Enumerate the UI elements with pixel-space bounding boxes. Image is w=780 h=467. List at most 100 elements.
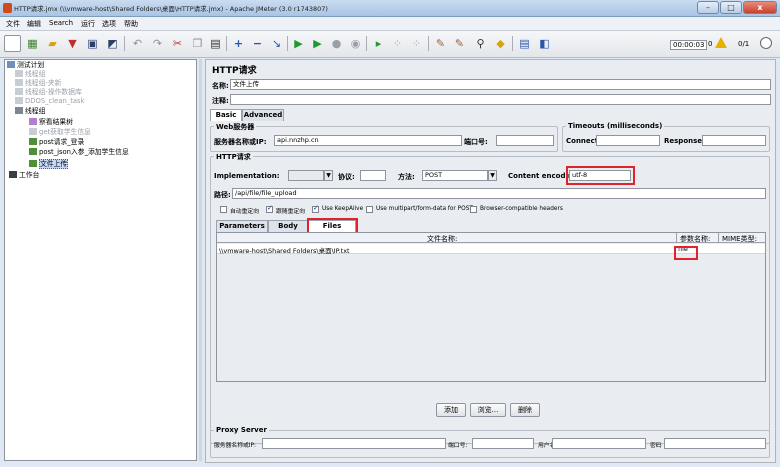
- browser-headers-label: Browser-compatible headers: [480, 206, 563, 212]
- tree-node-thread-group[interactable]: 线程组: [15, 107, 45, 116]
- save-icon[interactable]: ▣: [84, 35, 101, 52]
- auto-redirect-checkbox[interactable]: [220, 206, 227, 213]
- browser-headers-checkbox[interactable]: [470, 206, 477, 213]
- function-helper-icon[interactable]: ▤: [516, 35, 533, 52]
- collapse-icon[interactable]: −: [249, 35, 266, 52]
- proxy-password-field[interactable]: [664, 438, 766, 449]
- browse-button[interactable]: 浏览...: [470, 403, 506, 417]
- start-no-pause-icon[interactable]: ▶: [309, 35, 326, 52]
- delete-button[interactable]: 删除: [510, 403, 540, 417]
- tab-basic[interactable]: Basic: [210, 109, 242, 121]
- clear-all-icon[interactable]: ✎: [451, 35, 468, 52]
- tree-node-sampler-selected[interactable]: 文件上传: [29, 159, 69, 169]
- expand-icon[interactable]: +: [230, 35, 247, 52]
- port-field[interactable]: [496, 135, 554, 146]
- window-title: HTTP请求.jmx (\\vmware-host\Shared Folders…: [14, 5, 328, 13]
- comment-field[interactable]: [230, 94, 771, 105]
- chevron-down-icon[interactable]: ▼: [324, 170, 333, 181]
- name-field[interactable]: 文件上传: [230, 79, 771, 90]
- file-path-cell[interactable]: \\vmware-host\Shared Folders\桌面\IP.txt: [219, 245, 350, 255]
- remote-start-icon[interactable]: ▸: [370, 35, 387, 52]
- warning-icon[interactable]: [715, 37, 727, 48]
- tree-node-sampler[interactable]: get获取学生信息: [29, 128, 91, 137]
- toolbar-separator: [124, 36, 125, 51]
- menu-run[interactable]: 运行: [81, 19, 95, 29]
- start-icon[interactable]: ▶: [290, 35, 307, 52]
- follow-redirect-checkbox[interactable]: [266, 204, 273, 213]
- new-icon[interactable]: [4, 35, 21, 52]
- tab-parameters[interactable]: Parameters: [216, 220, 268, 232]
- tree-node-thread-group[interactable]: 线程组-操作数据库: [15, 88, 82, 97]
- undo-icon[interactable]: ↶: [129, 35, 146, 52]
- minimize-button[interactable]: –: [697, 1, 719, 14]
- add-button[interactable]: 添加: [436, 403, 466, 417]
- thread-group-icon: [15, 70, 23, 77]
- tab-body-data[interactable]: Body Data: [268, 220, 308, 241]
- open-icon[interactable]: ▰: [44, 35, 61, 52]
- remote-shutdown-icon[interactable]: ⁘: [408, 35, 425, 52]
- path-field[interactable]: /api/file/file_upload: [232, 188, 766, 199]
- keepalive-checkbox[interactable]: [312, 204, 319, 213]
- menu-file[interactable]: 文件: [6, 19, 20, 29]
- remote-stop-icon[interactable]: ⁘: [389, 35, 406, 52]
- implementation-select[interactable]: [288, 170, 324, 181]
- column-divider: [676, 233, 677, 243]
- tree-node-sampler[interactable]: post请求_登录: [29, 138, 84, 147]
- toolbar-separator: [287, 36, 288, 51]
- column-mime-type: MIME类型:: [722, 235, 757, 243]
- tree-node-test-plan[interactable]: 测试计划: [7, 61, 44, 70]
- protocol-field[interactable]: [360, 170, 386, 181]
- save-screenshot-icon[interactable]: ◩: [104, 35, 121, 52]
- files-table-header: 文件名称: 参数名称: MIME类型:: [217, 233, 765, 243]
- toggle-icon[interactable]: ↘: [268, 35, 285, 52]
- remote-engines-icon[interactable]: [760, 37, 772, 49]
- server-field[interactable]: api.nnzhp.cn: [274, 135, 462, 146]
- menu-options[interactable]: 选项: [102, 19, 116, 29]
- cut-icon[interactable]: ✂: [169, 35, 186, 52]
- proxy-host-label: 服务器名称或IP:: [214, 443, 256, 449]
- maximize-button[interactable]: □: [720, 1, 742, 14]
- stop-icon[interactable]: ●: [328, 35, 345, 52]
- paste-icon[interactable]: ▤: [207, 35, 224, 52]
- thread-group-icon: [15, 88, 23, 95]
- tree-node-thread-group[interactable]: DDOS_clean_task: [15, 97, 85, 106]
- menu-search[interactable]: Search: [49, 19, 73, 27]
- menu-help[interactable]: 帮助: [124, 19, 138, 29]
- tree-node-sampler[interactable]: post_json入参_添加学生信息: [29, 148, 129, 157]
- toolbar-separator: [512, 36, 513, 51]
- proxy-port-field[interactable]: [472, 438, 534, 449]
- error-count: 0: [708, 40, 713, 48]
- shutdown-icon[interactable]: ◉: [347, 35, 364, 52]
- search-icon[interactable]: ⚲: [472, 35, 489, 52]
- templates-icon[interactable]: ▦: [24, 35, 41, 52]
- copy-icon[interactable]: ❐: [189, 35, 206, 52]
- close-file-icon[interactable]: ▼: [64, 35, 81, 52]
- chevron-down-icon[interactable]: ▼: [488, 170, 497, 181]
- tree-node-workbench[interactable]: 工作台: [9, 171, 39, 180]
- web-server-title: Web服务器: [214, 122, 257, 132]
- close-button[interactable]: x: [743, 1, 777, 14]
- tab-advanced[interactable]: Advanced: [242, 109, 284, 121]
- tree-node-thread-group[interactable]: 线程组: [15, 70, 45, 79]
- multipart-checkbox[interactable]: [366, 206, 373, 213]
- test-plan-tree[interactable]: 测试计划 线程组 线程组-夹新 线程组-操作数据库 DDOS_clean_tas…: [4, 59, 197, 461]
- proxy-host-field[interactable]: [262, 438, 446, 449]
- tree-node-view-results-tree[interactable]: 察看结果树: [29, 118, 73, 127]
- clear-icon[interactable]: ✎: [432, 35, 449, 52]
- method-label: 方法:: [398, 173, 415, 181]
- reset-search-icon[interactable]: ◆: [492, 35, 509, 52]
- response-timeout-field[interactable]: [702, 135, 766, 146]
- menu-edit[interactable]: 编辑: [27, 19, 41, 29]
- comment-label: 注释:: [212, 97, 229, 105]
- http-request-panel: HTTP请求 名称: 文件上传 注释: Basic Advanced Web服务…: [205, 59, 776, 463]
- port-label: 端口号:: [464, 138, 488, 146]
- connect-timeout-field[interactable]: [596, 135, 660, 146]
- method-select[interactable]: POST: [422, 170, 488, 181]
- redo-icon[interactable]: ↷: [149, 35, 166, 52]
- active-threads: 0/1: [738, 40, 750, 48]
- proxy-user-field[interactable]: [552, 438, 646, 449]
- implementation-label: Implementation:: [214, 172, 280, 180]
- splitter[interactable]: [199, 59, 202, 461]
- tree-node-thread-group[interactable]: 线程组-夹新: [15, 79, 61, 88]
- help-icon[interactable]: ◧: [536, 35, 553, 52]
